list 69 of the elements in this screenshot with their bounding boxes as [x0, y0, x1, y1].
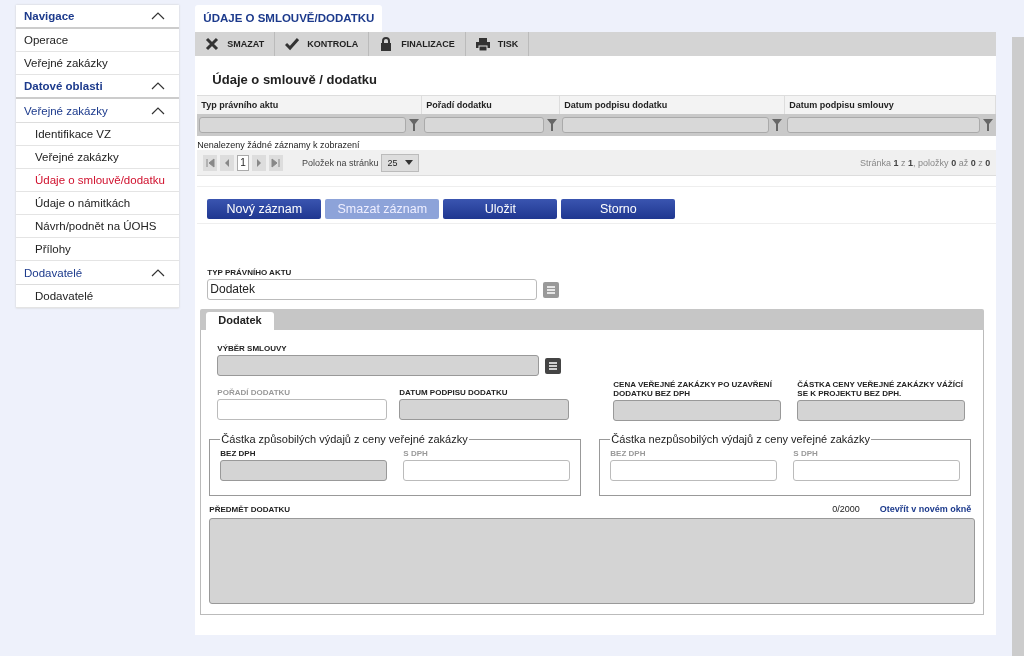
group-legend: Částka způsobilých výdajů z ceny veřejné zakázky	[220, 433, 469, 445]
filter-field[interactable]	[787, 117, 981, 133]
filter-icon	[547, 119, 558, 131]
pager-button[interactable]	[203, 154, 218, 171]
field-label: BEZ DPH	[220, 449, 257, 458]
filter-icon	[983, 119, 994, 131]
filter-icon	[409, 119, 420, 131]
chevron-up-icon	[151, 106, 166, 115]
field-label: S DPH	[793, 449, 819, 458]
sidebar-item[interactable]: Údaje o smlouvě/dodatku	[16, 169, 180, 192]
select-field[interactable]: Dodatek	[207, 279, 538, 300]
sidebar-item[interactable]: Přílohy	[16, 238, 180, 261]
pager-button[interactable]	[220, 154, 235, 171]
list-icon	[543, 281, 560, 298]
input-field[interactable]	[610, 460, 778, 481]
field-label: ČÁSTKA CENY VEŘEJNÉ ZAKÁZKY VÁŽÍCÍ SE K PROJEKTU BEZ DPH.	[797, 380, 964, 398]
printer-icon	[475, 37, 490, 51]
filter-icon	[772, 119, 783, 131]
scrollbar[interactable]	[1012, 37, 1024, 656]
per-page-label: Položek na stránku	[301, 157, 379, 168]
section-title: Údaje o smlouvě / dodatku	[211, 71, 379, 89]
sidebar-item[interactable]: Veřejné zakázky	[16, 146, 180, 169]
action-button[interactable]: Storno	[561, 199, 676, 219]
field-label: BEZ DPH	[610, 449, 647, 458]
filter-field[interactable]	[424, 117, 545, 133]
page-tab[interactable]: ÚDAJE O SMLOUVĚ/DODATKU	[195, 5, 383, 32]
action-button[interactable]: Uložit	[443, 199, 558, 219]
character-counter: 0/2000	[832, 504, 860, 514]
section-header[interactable]: Veřejné zakázky	[16, 99, 180, 123]
field-label: TYP PRÁVNÍHO AKTU	[207, 268, 293, 277]
sidebar-item[interactable]: Údaje o námitkách	[16, 192, 180, 215]
close-icon	[205, 37, 220, 51]
form-tab[interactable]: Dodatek	[206, 312, 274, 330]
field-label: S DPH	[403, 449, 429, 458]
chevron-up-icon	[151, 268, 166, 277]
chevron-up-icon	[151, 12, 166, 20]
field-label: CENA VEŘEJNÉ ZAKÁZKY PO UZAVŘENÍ DODATKU BEZ DPH	[613, 380, 773, 398]
sidebar-item[interactable]: Identifikace VZ	[16, 123, 180, 146]
section-header[interactable]: Datové oblasti	[16, 75, 180, 99]
section-header[interactable]: Dodavatelé	[16, 261, 180, 285]
filter-field[interactable]	[562, 117, 770, 133]
input-field[interactable]	[403, 460, 571, 481]
first-page-icon	[205, 157, 216, 168]
action-button[interactable]: Nový záznam	[207, 199, 322, 219]
section-header[interactable]: Navigace	[16, 5, 180, 29]
input-field[interactable]	[793, 460, 961, 481]
page-number[interactable]: 1	[237, 154, 249, 171]
lock-icon	[379, 37, 394, 51]
field-label: POŘADÍ DODATKU	[217, 388, 292, 397]
dropdown-arrow-icon	[405, 160, 414, 165]
pager-button[interactable]	[268, 154, 283, 171]
empty-message: Nenalezeny žádné záznamy k zobrazení	[197, 139, 361, 150]
pager-summary: Stránka 1 z 1, položky 0 až 0 z 0	[860, 157, 991, 168]
sidebar-item[interactable]: Dodavatelé	[16, 285, 180, 308]
list-icon	[545, 357, 562, 374]
sidebar-item[interactable]: Veřejné zakázky	[16, 52, 180, 75]
field-label: DATUM PODPISU DODATKU	[399, 388, 509, 397]
group-legend: Částka nezpůsobilých výdajů z ceny veřejné zakázky	[610, 433, 871, 445]
per-page-select[interactable]: 25	[381, 153, 420, 172]
sidebar-item[interactable]: Operace	[16, 29, 180, 52]
chevron-up-icon	[151, 82, 166, 90]
filter-field[interactable]	[199, 117, 407, 133]
checkmark-icon	[285, 37, 300, 51]
field-label: VÝBĚR SMLOUVY	[217, 344, 288, 353]
sidebar-item[interactable]: Návrh/podnět na ÚOHS	[16, 215, 180, 238]
field-label: PŘEDMĚT DODATKU	[209, 505, 292, 514]
input-field[interactable]	[217, 399, 388, 420]
pager-button[interactable]	[251, 154, 266, 171]
last-page-icon	[270, 157, 281, 168]
